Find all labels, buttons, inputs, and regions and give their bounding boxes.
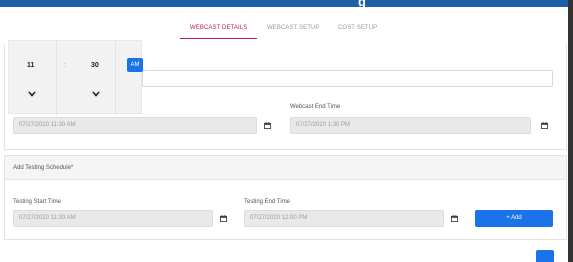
am-pm-toggle-button[interactable]: AM bbox=[127, 58, 143, 72]
testing-end-time-field[interactable]: 07/27/2020 12:00 PM bbox=[244, 210, 444, 227]
minute-decrement-chevron-icon[interactable] bbox=[92, 91, 100, 99]
header-bar: g bbox=[0, 0, 568, 9]
next-button[interactable] bbox=[536, 250, 554, 262]
testing-schedule-card: Add Testing Schedule* bbox=[4, 155, 567, 240]
testing-schedule-header: Add Testing Schedule* bbox=[5, 156, 566, 180]
minute-value[interactable]: 30 bbox=[91, 62, 99, 69]
time-picker-popup: 11 : 30 AM bbox=[8, 40, 143, 115]
testing-start-time-label: Testing Start Time bbox=[13, 199, 62, 205]
active-tab-underline bbox=[180, 38, 257, 39]
time-picker-divider bbox=[56, 41, 57, 115]
testing-start-time-field[interactable]: 07/27/2020 11:30 AM bbox=[13, 210, 213, 227]
hour-value[interactable]: 11 bbox=[27, 62, 34, 69]
window-edge bbox=[568, 0, 573, 262]
tab-webcast-details[interactable]: WEBCAST DETAILS bbox=[190, 25, 247, 31]
tab-webcast-setup[interactable]: WEBCAST SETUP bbox=[267, 25, 320, 31]
page-title: g bbox=[358, 0, 366, 9]
webcast-end-time-field[interactable]: 07/27/2020 1:30 PM bbox=[290, 117, 531, 134]
calendar-icon[interactable] bbox=[535, 117, 553, 134]
time-separator: : bbox=[64, 62, 66, 69]
add-testing-schedule-button[interactable]: + Add bbox=[475, 210, 553, 227]
webcast-end-time-label: Webcast End Time bbox=[290, 104, 341, 110]
tab-cost-setup[interactable]: COST SETUP bbox=[338, 25, 377, 31]
webcast-start-time-field[interactable]: 07/27/2020 11:30 AM bbox=[13, 117, 257, 134]
testing-end-time-label: Testing End Time bbox=[244, 199, 291, 205]
webcast-title-input[interactable] bbox=[142, 70, 553, 87]
calendar-icon[interactable] bbox=[445, 210, 463, 227]
calendar-icon[interactable] bbox=[258, 117, 276, 134]
tabs-bar: WEBCAST DETAILS WEBCAST SETUP COST SETUP bbox=[180, 25, 400, 42]
time-picker-divider bbox=[115, 41, 116, 115]
hour-decrement-chevron-icon[interactable] bbox=[28, 91, 36, 99]
testing-schedule-heading: Add Testing Schedule* bbox=[13, 165, 74, 171]
calendar-icon[interactable] bbox=[214, 210, 232, 227]
